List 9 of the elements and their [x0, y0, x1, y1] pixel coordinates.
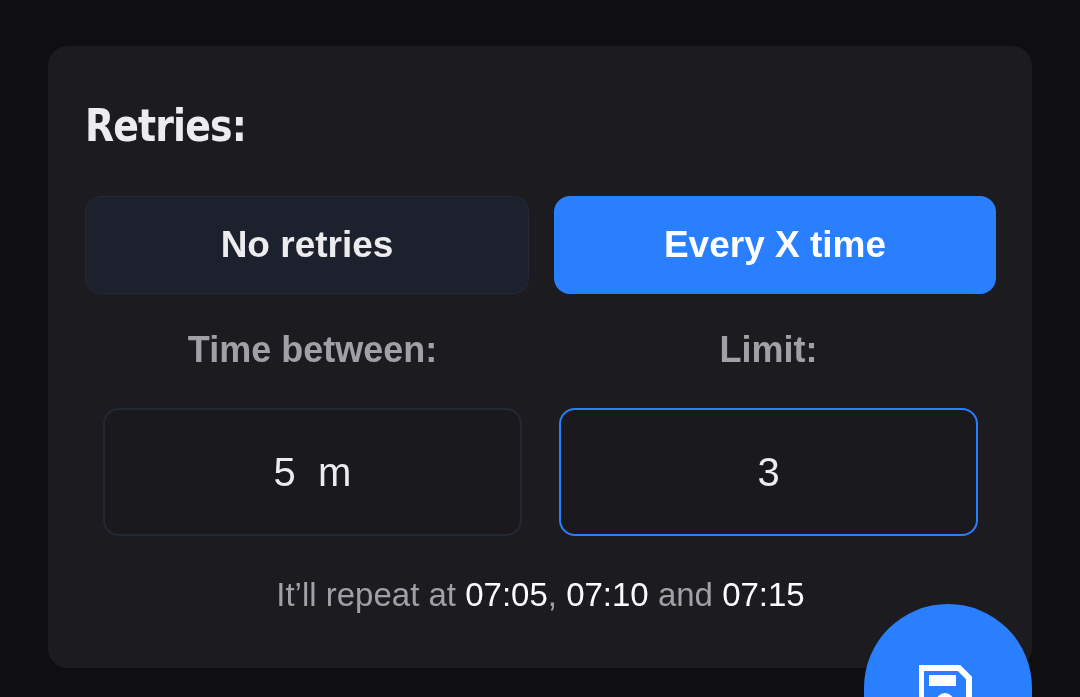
option-button[interactable]: No retries [85, 196, 529, 294]
input-field[interactable]: 3 [559, 408, 978, 536]
field-label: Time between: [186, 332, 439, 368]
card-title: Retries: [85, 99, 246, 148]
field-label: Limit: [718, 332, 819, 368]
repeat-summary: It’ll repeat at 07:05, 07:10 and 07:15 [275, 578, 806, 611]
save-icon [919, 664, 975, 697]
option-button[interactable]: Every X time [554, 196, 996, 294]
input-field[interactable]: 5 m [103, 408, 522, 536]
